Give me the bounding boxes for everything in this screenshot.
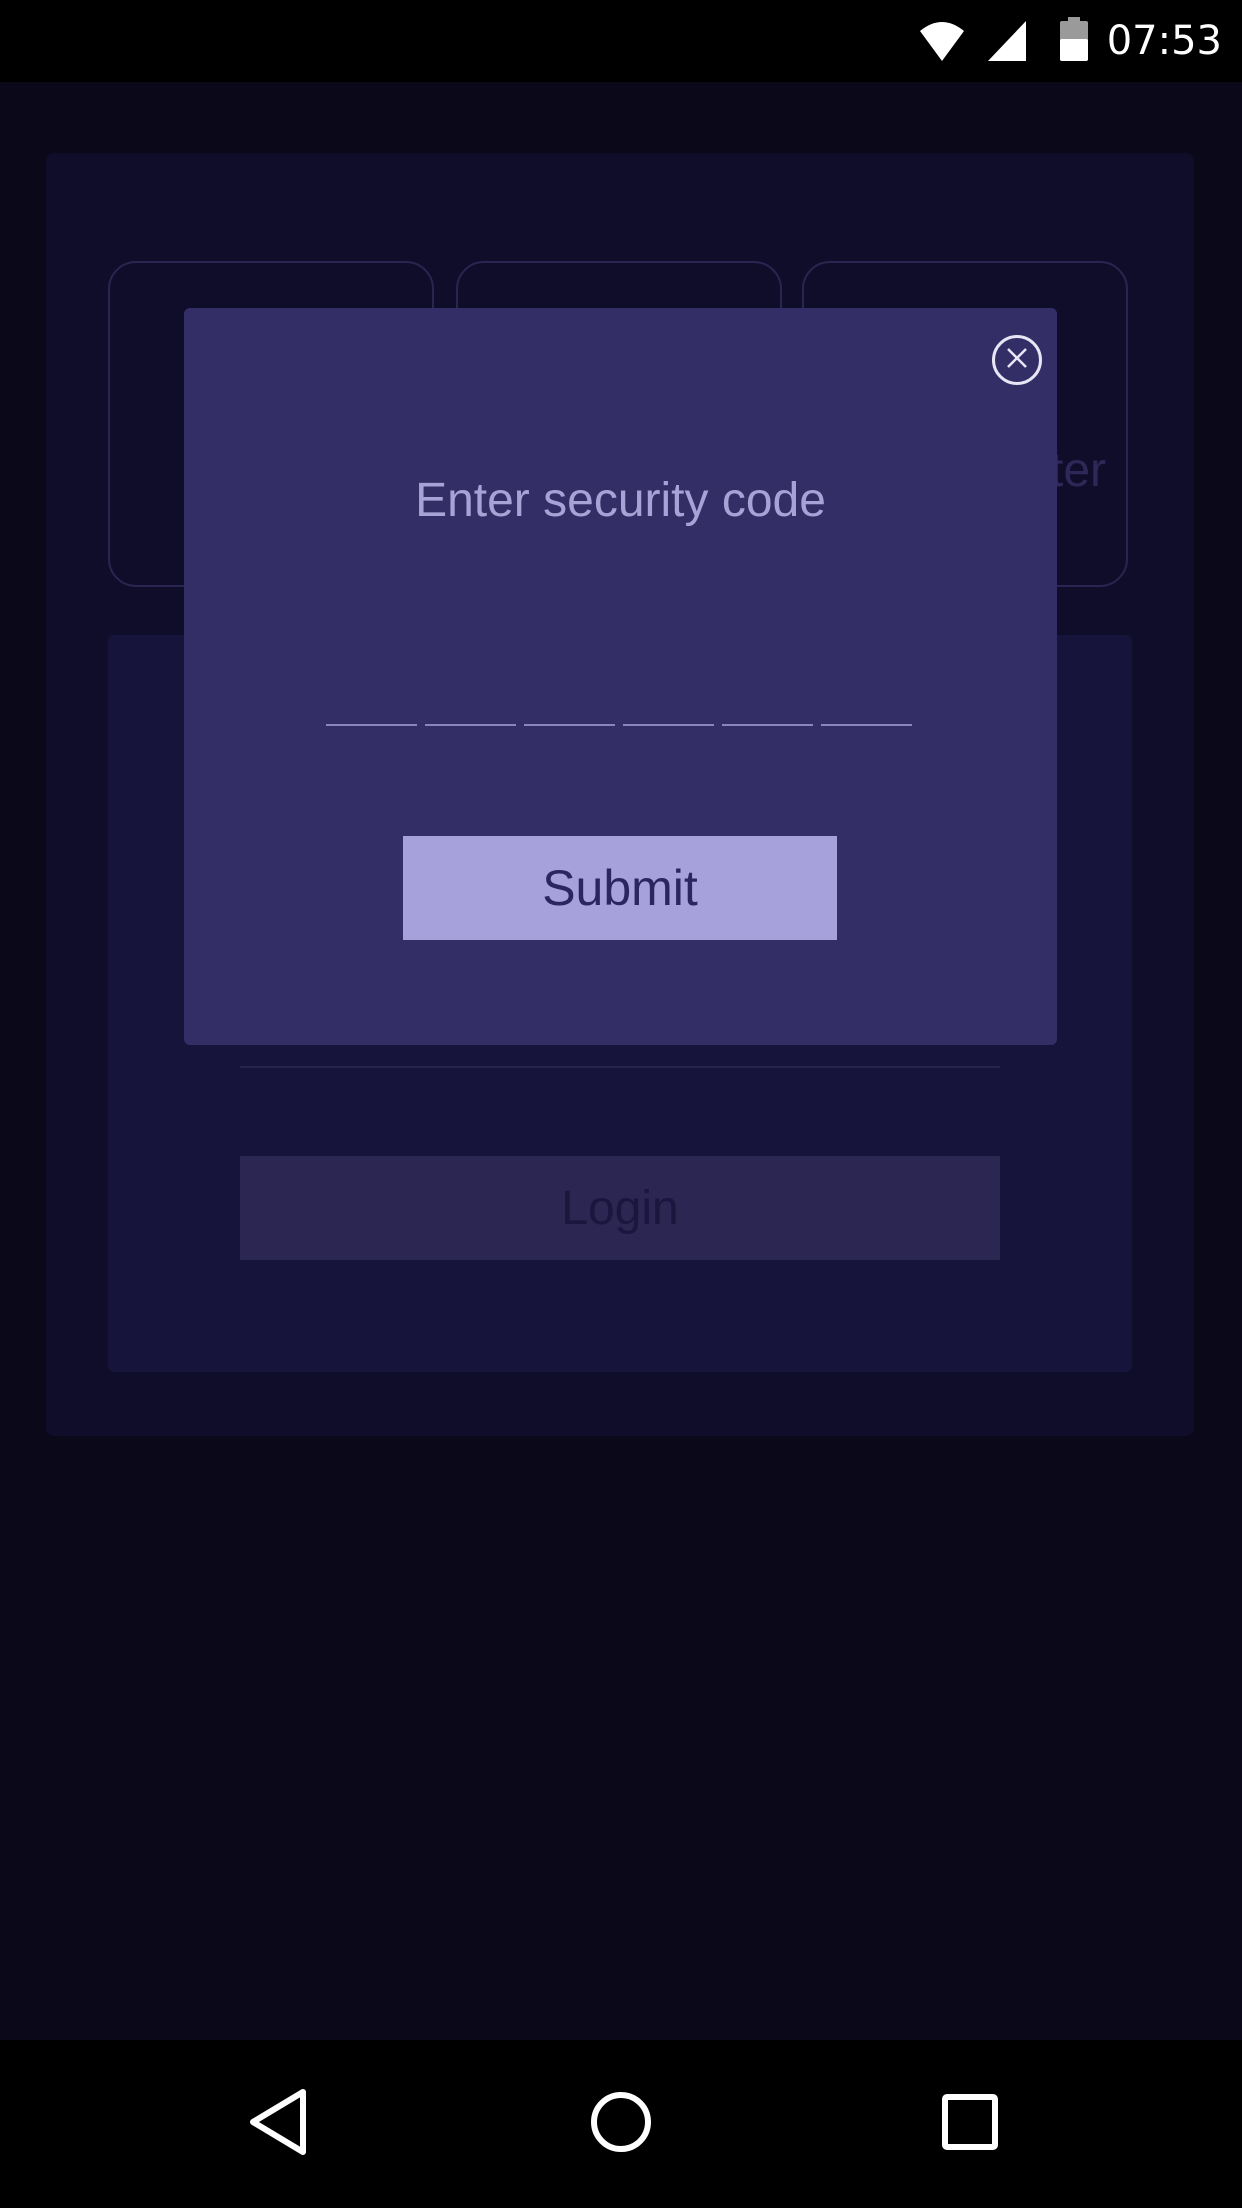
clock: 07:53: [1106, 18, 1222, 64]
code-digit-4[interactable]: [623, 680, 714, 726]
navigation-bar: [0, 2040, 1242, 2208]
security-code-dialog: Enter security code Submit: [184, 308, 1057, 1045]
login-button[interactable]: Login: [240, 1156, 1000, 1260]
code-digit-3[interactable]: [524, 680, 615, 726]
back-icon: [247, 2088, 311, 2161]
recents-button[interactable]: [886, 2040, 1054, 2208]
security-code-input: [326, 680, 912, 726]
code-digit-1[interactable]: [326, 680, 417, 726]
close-icon: [1005, 346, 1029, 375]
input-underline: [240, 1066, 1000, 1068]
home-icon: [589, 2090, 653, 2159]
status-bar: 07:53: [0, 0, 1242, 82]
dialog-title: Enter security code: [415, 474, 826, 527]
cell-signal-icon: [986, 17, 1028, 70]
wifi-icon: [918, 17, 966, 70]
close-button[interactable]: [992, 335, 1042, 385]
battery-icon: [1060, 17, 1088, 70]
submit-button[interactable]: Submit: [403, 836, 837, 940]
home-button[interactable]: [537, 2040, 705, 2208]
recents-icon: [942, 2093, 998, 2155]
code-digit-2[interactable]: [425, 680, 516, 726]
tile-label: ter: [1049, 444, 1106, 497]
back-button[interactable]: [195, 2040, 363, 2208]
code-digit-6[interactable]: [821, 680, 912, 726]
code-digit-5[interactable]: [722, 680, 813, 726]
